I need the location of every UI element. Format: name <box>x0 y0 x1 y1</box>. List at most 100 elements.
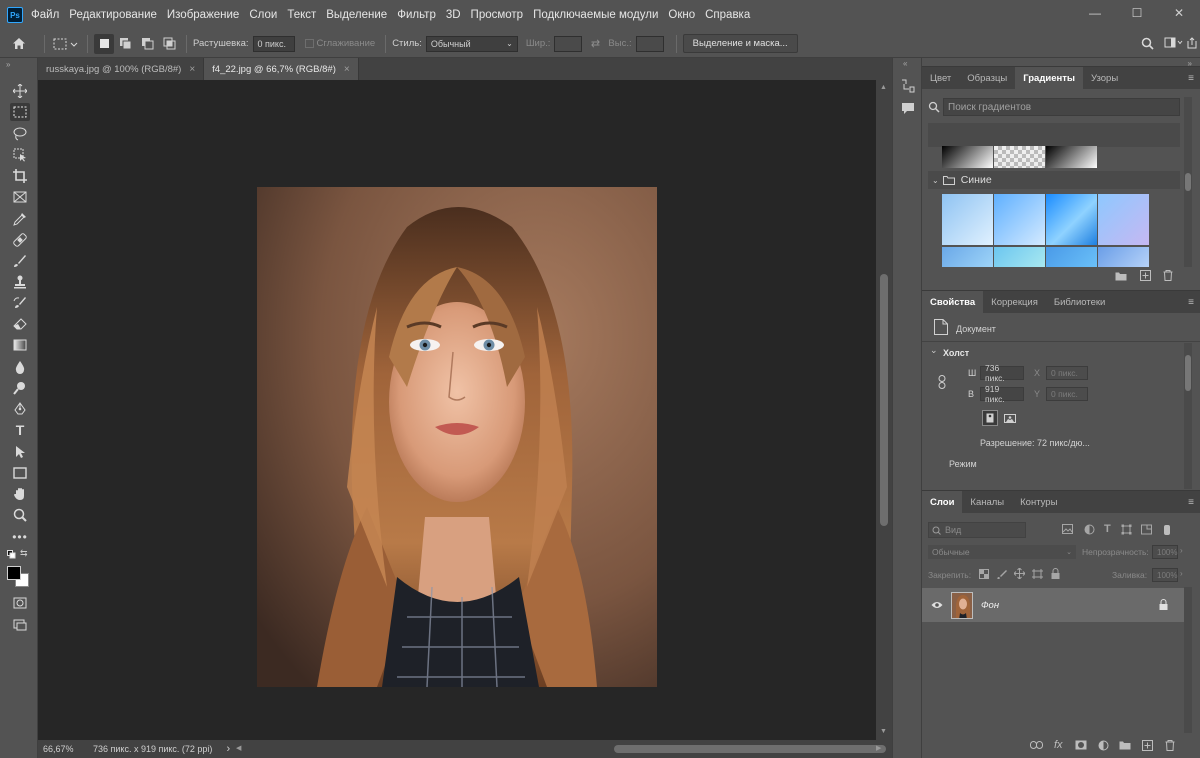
tab-paths[interactable]: Контуры <box>1012 491 1065 513</box>
filter-toggle[interactable] <box>1164 525 1170 535</box>
menu-edit[interactable]: Редактирование <box>64 9 162 21</box>
filter-shape-icon[interactable] <box>1121 524 1132 538</box>
width-input[interactable] <box>554 35 583 52</box>
height-field[interactable]: 919 пикс. <box>980 384 1024 404</box>
antialias-checkbox[interactable] <box>303 39 317 48</box>
lock-pixels-icon[interactable] <box>997 569 1007 582</box>
maximize-button[interactable]: ☐ <box>1116 0 1158 26</box>
gradient-swatch[interactable] <box>994 194 1045 245</box>
x-field[interactable]: 0 пикс. <box>1046 366 1088 380</box>
menu-filter[interactable]: Фильтр <box>392 9 441 21</box>
scroll-down-icon[interactable]: ▼ <box>880 728 887 735</box>
gradient-swatch[interactable] <box>1046 194 1097 245</box>
tab-channels[interactable]: Каналы <box>962 491 1012 513</box>
status-menu-arrow[interactable]: › <box>226 743 230 755</box>
history-brush-tool-icon[interactable] <box>10 294 30 312</box>
delete-layer-icon[interactable] <box>1165 740 1175 754</box>
tab-gradients[interactable]: Градиенты <box>1015 67 1083 89</box>
gradient-folder[interactable]: ⌄ Синие <box>928 171 1180 189</box>
layer-row[interactable]: Фон <box>922 588 1184 622</box>
tab-patterns[interactable]: Узоры <box>1083 67 1126 89</box>
swap-colors-icon[interactable]: ⇆ <box>20 548 28 559</box>
scroll-right-icon[interactable]: ▶ <box>876 744 881 752</box>
menu-3d[interactable]: 3D <box>441 9 466 21</box>
brush-tool-icon[interactable] <box>10 252 30 270</box>
frame-tool-icon[interactable] <box>10 188 30 206</box>
menu-window[interactable]: Окно <box>663 9 700 21</box>
layer-mask-icon[interactable] <box>1075 740 1087 753</box>
gradient-swatch[interactable] <box>1098 247 1149 267</box>
filter-type-icon[interactable]: T <box>1104 523 1111 535</box>
healing-brush-tool-icon[interactable] <box>10 231 30 249</box>
horizontal-scrollbar[interactable]: ◀ ▶ <box>236 740 886 758</box>
layer-style-icon[interactable]: fx <box>1054 739 1063 751</box>
close-icon[interactable]: × <box>189 64 195 75</box>
gradient-swatch[interactable] <box>942 194 993 245</box>
scroll-left-icon[interactable]: ◀ <box>236 744 241 752</box>
tab-properties[interactable]: Свойства <box>922 291 984 313</box>
object-selection-tool-icon[interactable] <box>10 146 30 164</box>
tab-swatches[interactable]: Образцы <box>959 67 1015 89</box>
collapse-icon[interactable]: « <box>903 59 907 68</box>
menu-plugins[interactable]: Подключаемые модули <box>528 9 663 21</box>
canvas-area[interactable] <box>38 80 876 740</box>
eraser-tool-icon[interactable] <box>10 315 30 333</box>
menu-layers[interactable]: Слои <box>244 9 282 21</box>
feather-input[interactable]: 0 пикс. <box>252 35 295 52</box>
panel-menu-icon[interactable]: ≡ <box>1188 297 1194 308</box>
close-button[interactable]: ✕ <box>1158 0 1200 26</box>
search-icon[interactable] <box>1139 37 1155 50</box>
lock-all-icon[interactable] <box>1051 568 1060 582</box>
tab-layers[interactable]: Слои <box>922 491 963 513</box>
width-field[interactable]: 736 пикс. <box>980 363 1024 383</box>
portrait-orientation-button[interactable] <box>982 410 998 426</box>
link-layers-icon[interactable] <box>1030 741 1043 752</box>
foreground-color-swatch[interactable] <box>7 566 21 580</box>
properties-scrollbar[interactable] <box>1184 343 1192 489</box>
menu-select[interactable]: Выделение <box>321 9 392 21</box>
chevron-right-icon[interactable]: › <box>1180 569 1183 578</box>
adjustment-layer-icon[interactable] <box>1098 740 1109 754</box>
new-layer-icon[interactable] <box>1142 740 1153 754</box>
gradient-search-box[interactable]: Поиск градиентов <box>928 98 1180 116</box>
layer-name[interactable]: Фон <box>981 600 999 611</box>
history-icon[interactable] <box>901 78 915 97</box>
tab-f4-22[interactable]: f4_22.jpg @ 66,7% (RGB/8#) × <box>204 58 359 80</box>
menu-image[interactable]: Изображение <box>162 9 244 21</box>
add-selection-icon[interactable] <box>114 37 136 50</box>
marquee-preset-icon[interactable] <box>51 38 81 50</box>
gradient-swatch[interactable] <box>942 146 993 168</box>
intersect-selection-icon[interactable] <box>158 37 180 50</box>
share-icon[interactable] <box>1185 37 1199 49</box>
gradient-swatch[interactable] <box>994 247 1045 267</box>
subtract-selection-icon[interactable] <box>136 37 158 50</box>
type-tool-icon[interactable]: T <box>10 421 30 439</box>
lock-transparency-icon[interactable] <box>979 569 989 582</box>
clone-stamp-tool-icon[interactable] <box>10 273 30 291</box>
tab-russkaya[interactable]: russkaya.jpg @ 100% (RGB/8#) × <box>38 58 205 80</box>
blend-mode-select[interactable]: Обычные ⌄ <box>928 545 1076 559</box>
visibility-eye-icon[interactable] <box>931 600 943 612</box>
menu-help[interactable]: Справка <box>700 9 755 21</box>
zoom-tool-icon[interactable] <box>10 506 30 524</box>
fill-field[interactable]: 100% <box>1152 568 1178 582</box>
horizontal-scroll-thumb[interactable] <box>614 745 886 753</box>
style-select[interactable]: Обычный ⌄ <box>425 35 518 52</box>
opacity-field[interactable]: 100% <box>1152 545 1178 559</box>
tab-libraries[interactable]: Библиотеки <box>1046 291 1113 313</box>
panel-menu-icon[interactable]: ≡ <box>1188 73 1194 84</box>
gradient-swatch[interactable] <box>1046 146 1097 168</box>
menu-file[interactable]: Файл <box>26 9 64 21</box>
tab-color[interactable]: Цвет <box>922 67 959 89</box>
scroll-thumb[interactable] <box>1185 355 1191 391</box>
landscape-orientation-button[interactable] <box>1002 410 1018 426</box>
layer-thumbnail[interactable] <box>951 592 973 619</box>
marquee-tool-icon[interactable] <box>10 103 30 121</box>
vertical-scrollbar[interactable]: ▲ ▼ <box>876 80 892 740</box>
zoom-level[interactable]: 66,67% <box>43 744 87 754</box>
y-field[interactable]: 0 пикс. <box>1046 387 1088 401</box>
crop-tool-icon[interactable] <box>10 167 30 185</box>
vertical-scroll-thumb[interactable] <box>880 274 888 526</box>
chevron-right-icon[interactable]: › <box>1180 546 1183 555</box>
canvas-section-title[interactable]: Холст <box>943 348 969 358</box>
